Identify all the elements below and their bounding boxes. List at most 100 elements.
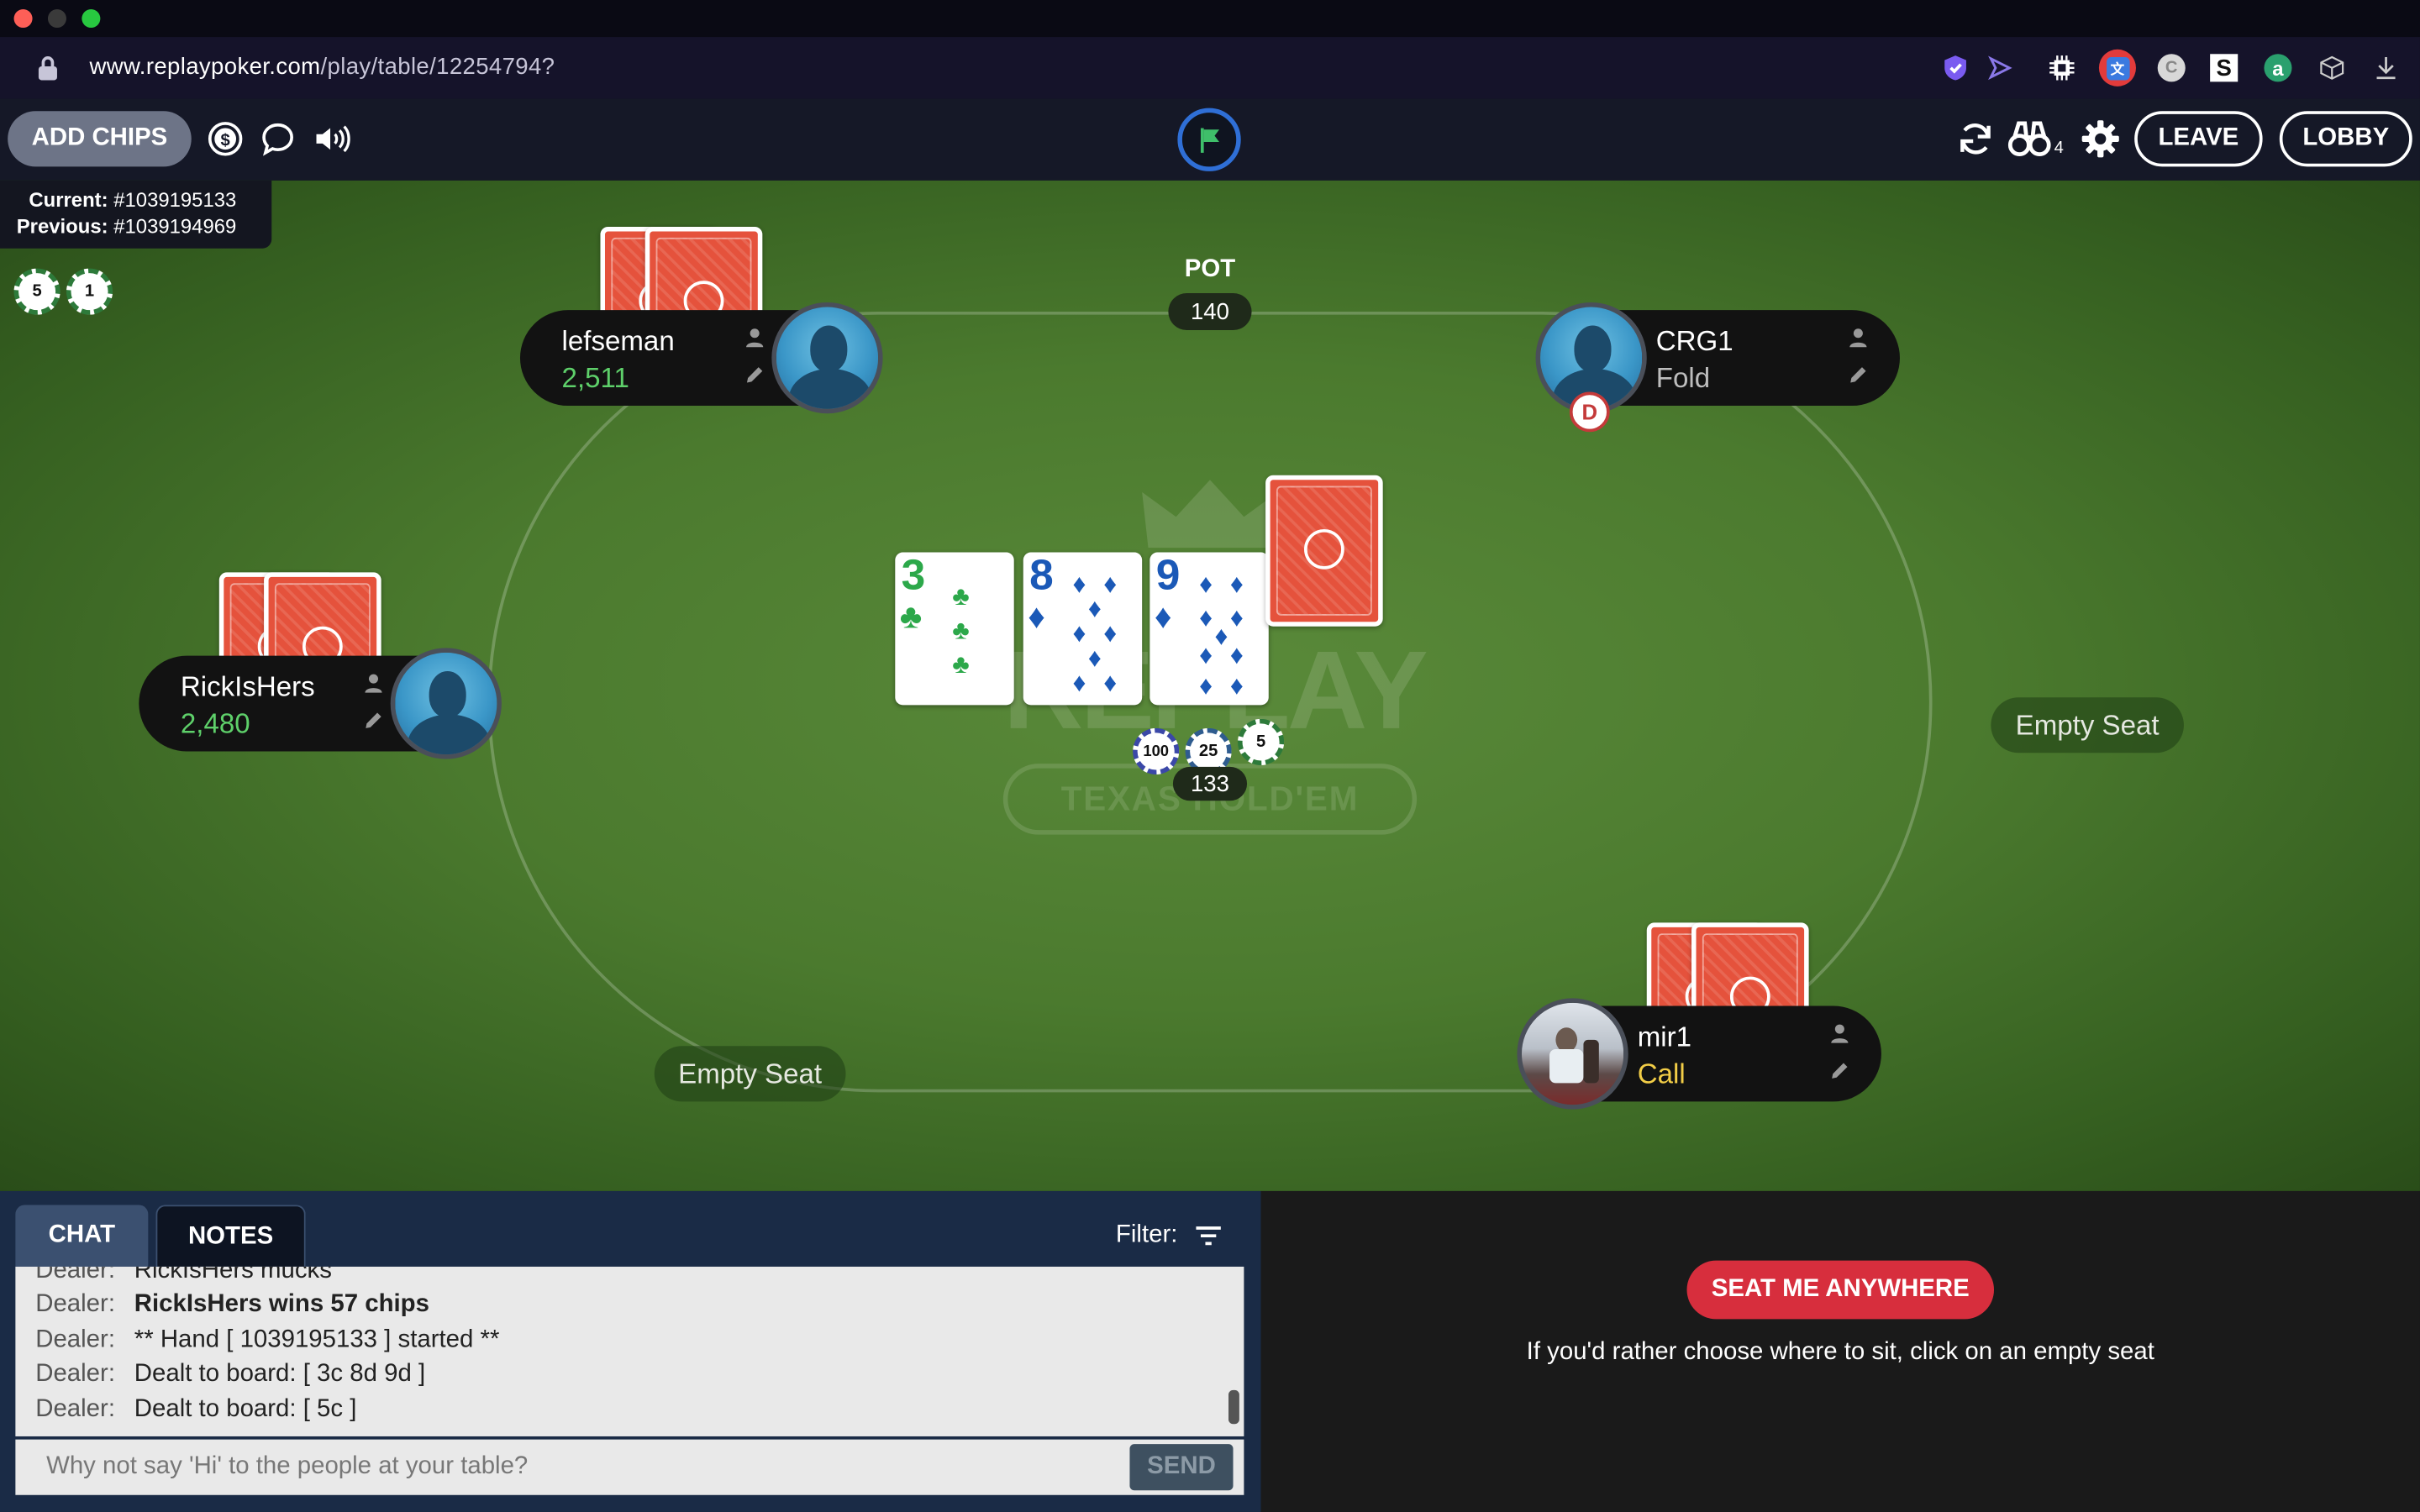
diamond-icon: ♦ bbox=[1199, 569, 1213, 599]
chat-input[interactable] bbox=[15, 1439, 1112, 1495]
player-profile-icon[interactable] bbox=[363, 673, 385, 695]
observers-count: 4 bbox=[2054, 139, 2064, 158]
card-rank: 3 bbox=[901, 550, 926, 599]
send-button[interactable]: SEND bbox=[1129, 1444, 1234, 1491]
dealer-button: D bbox=[1569, 391, 1610, 433]
chat-scrollbar[interactable] bbox=[1228, 1389, 1239, 1425]
tab-chat[interactable]: CHAT bbox=[15, 1205, 149, 1267]
dollar-coin-icon[interactable]: $ bbox=[207, 120, 244, 157]
download-icon[interactable] bbox=[2370, 52, 2402, 83]
a-icon[interactable]: a bbox=[2263, 52, 2294, 83]
diamond-icon: ♦ bbox=[1103, 618, 1118, 648]
diamond-icon: ♦ bbox=[1103, 569, 1118, 599]
chat-sender: Dealer: bbox=[35, 1360, 115, 1388]
bet-amount: 133 bbox=[1172, 766, 1248, 801]
flag-badge-icon[interactable] bbox=[1177, 108, 1241, 171]
player-profile-icon[interactable] bbox=[1848, 327, 1870, 349]
chat-sender: Dealer: bbox=[35, 1266, 115, 1284]
chat-text: Dealt to board: [ 5c ] bbox=[134, 1396, 357, 1423]
hand-history-info[interactable]: Current: #1039195133 Previous: #10391949… bbox=[0, 180, 272, 249]
player-profile-icon[interactable] bbox=[1828, 1023, 1850, 1045]
diamond-icon: ♦ bbox=[1028, 596, 1045, 636]
filter-icon[interactable] bbox=[1193, 1224, 1224, 1248]
filter-label: Filter: bbox=[1115, 1221, 1178, 1248]
speaker-icon[interactable] bbox=[312, 120, 352, 157]
previous-hand-label: Previous: bbox=[16, 214, 108, 238]
chat-text: ** Hand [ 1039195133 ] started ** bbox=[134, 1326, 500, 1353]
diamond-icon: ♦ bbox=[1087, 643, 1102, 673]
rake-chip: 1 bbox=[66, 268, 113, 315]
chat-line: Dealer: Dealt to board: [ 3c 8d 9d ] bbox=[35, 1361, 425, 1389]
url-field[interactable]: www.replaypoker.com/play/table/12254794? bbox=[90, 54, 555, 80]
empty-seat-right[interactable]: Empty Seat bbox=[1991, 697, 2184, 753]
player-status: Call bbox=[1637, 1058, 1686, 1089]
club-icon: ♣ bbox=[899, 596, 923, 636]
player-name: lefseman bbox=[561, 325, 675, 357]
chat-bubble-icon[interactable] bbox=[260, 120, 297, 157]
zoom-window-button[interactable] bbox=[82, 9, 101, 29]
url-path: /play/table/12254794? bbox=[320, 54, 555, 81]
diamond-icon: ♦ bbox=[1087, 594, 1102, 624]
avatar[interactable] bbox=[390, 648, 502, 759]
previous-hand-id[interactable]: #1039194969 bbox=[113, 214, 236, 238]
svg-text:$: $ bbox=[221, 132, 230, 150]
cube-icon[interactable] bbox=[2317, 52, 2348, 83]
diamond-icon: ♦ bbox=[1199, 640, 1213, 670]
refresh-icon[interactable] bbox=[1955, 118, 1996, 159]
close-window-button[interactable] bbox=[13, 9, 33, 29]
seat-me-anywhere-button[interactable]: SEAT ME ANYWHERE bbox=[1686, 1260, 1995, 1320]
chat-text: Dealt to board: [ 3c 8d 9d ] bbox=[134, 1360, 426, 1388]
shield-check-icon[interactable] bbox=[1940, 52, 1971, 83]
lobby-button[interactable]: LOBBY bbox=[2279, 111, 2412, 167]
board-card-8d: 8 ♦ ♦ ♦ ♦ ♦ ♦ ♦ ♦ ♦ bbox=[1023, 550, 1143, 706]
pot-label: POT bbox=[1184, 255, 1236, 283]
diamond-icon: ♦ bbox=[1229, 640, 1244, 670]
player-stack: 2,480 bbox=[180, 708, 250, 739]
player-stack: 2,511 bbox=[561, 362, 629, 394]
club-icon: ♣ bbox=[952, 615, 970, 645]
player-profile-icon[interactable] bbox=[744, 327, 765, 349]
s-icon[interactable]: S bbox=[2208, 52, 2239, 83]
diamond-icon: ♦ bbox=[1072, 618, 1086, 648]
avatar[interactable] bbox=[771, 302, 883, 414]
rake-chip: 5 bbox=[13, 268, 60, 315]
card-rank: 8 bbox=[1029, 550, 1054, 599]
diamond-icon: ♦ bbox=[1214, 622, 1228, 652]
leave-button[interactable]: LEAVE bbox=[2134, 111, 2263, 167]
tab-notes[interactable]: NOTES bbox=[155, 1205, 306, 1267]
chat-line: Dealer: ** Hand [ 1039195133 ] started ** bbox=[35, 1327, 499, 1355]
avatar[interactable] bbox=[1517, 998, 1628, 1110]
minimize-window-button[interactable] bbox=[47, 9, 66, 29]
chat-filter[interactable]: Filter: bbox=[1115, 1221, 1221, 1250]
diamond-icon: ♦ bbox=[1072, 668, 1086, 698]
play-arrow-icon[interactable] bbox=[1985, 52, 2016, 83]
translate-icon[interactable]: 文 bbox=[2098, 49, 2136, 87]
window-titlebar bbox=[0, 0, 2420, 38]
game-toolbar: ADD CHIPS $ 4 LEAVE LOBBY bbox=[0, 98, 2420, 181]
pencil-icon[interactable] bbox=[363, 710, 385, 732]
url-host: www.replaypoker.com bbox=[89, 54, 321, 81]
chip-icon[interactable] bbox=[2046, 52, 2077, 83]
binoculars-icon[interactable] bbox=[2007, 118, 2051, 159]
diamond-icon: ♦ bbox=[1199, 603, 1213, 633]
chat-line: Dealer: RickIsHers mucks bbox=[35, 1267, 332, 1285]
chat-sender: Dealer: bbox=[35, 1326, 115, 1353]
screen: www.replaypoker.com/play/table/12254794?… bbox=[0, 0, 2420, 1512]
empty-seat-bottom-left[interactable]: Empty Seat bbox=[654, 1046, 846, 1102]
chat-sender: Dealer: bbox=[35, 1291, 115, 1318]
player-name: mir1 bbox=[1637, 1021, 1692, 1053]
add-chips-button[interactable]: ADD CHIPS bbox=[8, 111, 192, 167]
player-name: RickIsHers bbox=[180, 670, 315, 702]
bet-chip: 100 bbox=[1133, 727, 1180, 775]
current-hand-id[interactable]: #1039195133 bbox=[113, 188, 236, 212]
pencil-icon[interactable] bbox=[744, 364, 765, 386]
card-rank: 9 bbox=[1155, 550, 1181, 599]
gear-icon[interactable] bbox=[2081, 118, 2121, 159]
board-card-3c: 3 ♣ ♣ ♣ ♣ bbox=[895, 550, 1014, 706]
chat-line: Dealer: RickIsHers wins 57 chips bbox=[35, 1291, 429, 1319]
seat-panel: SEAT ME ANYWHERE If you'd rather choose … bbox=[1260, 1190, 2420, 1512]
pencil-icon[interactable] bbox=[1828, 1060, 1850, 1082]
circle-icon[interactable]: C bbox=[2156, 52, 2187, 83]
chat-log[interactable]: Dealer: RickIsHers mucks Dealer: RickIsHer… bbox=[15, 1266, 1244, 1436]
pencil-icon[interactable] bbox=[1848, 364, 1870, 386]
